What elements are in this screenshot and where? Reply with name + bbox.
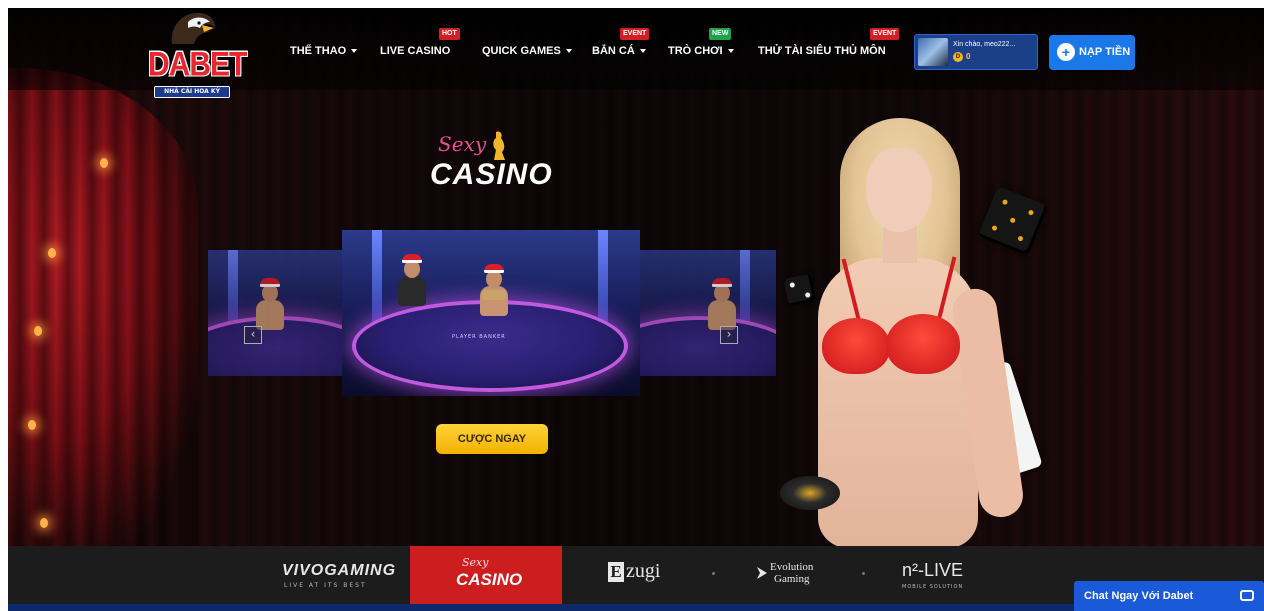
scene-decor — [740, 250, 750, 326]
dealer-body — [398, 276, 426, 306]
dealer — [396, 254, 428, 306]
dealer — [254, 278, 286, 330]
provider-name: n²-LIVE — [902, 560, 964, 580]
user-greeting: Xin chào, meo222... — [953, 41, 1016, 48]
logo-slogan: NHÀ CÁI HOA KỲ — [154, 86, 230, 98]
provider-evolution[interactable]: Evolution Gaming — [754, 546, 834, 604]
user-balance: 0 — [966, 52, 971, 61]
new-badge: NEW — [709, 28, 732, 40]
page: DABET NHÀ CÁI HOA KỲ THỂ THAO LIVE CASIN… — [8, 8, 1264, 611]
nav-label: THỬ TÀI SIÊU THỦ MÔN — [758, 45, 886, 57]
nav-label: QUICK GAMES — [482, 45, 561, 57]
nav-item-the-thao[interactable]: THỂ THAO — [290, 45, 358, 61]
chat-widget-button[interactable]: Chat Ngay Với Dabet — [1074, 581, 1264, 611]
provider-mark: E — [608, 562, 624, 582]
provider-tagline: LIVE AT ITS BEST — [284, 582, 367, 589]
provider-name: VIVOGAMING — [282, 562, 397, 579]
nav-label: THỂ THAO — [290, 45, 347, 57]
carousel-slide-next[interactable]: › — [640, 250, 776, 376]
dealer — [478, 264, 510, 316]
nav-item-ban-ca[interactable]: BẮN CÁ — [592, 45, 646, 61]
dabet-logo[interactable]: DABET NHÀ CÁI HOA KỲ — [148, 10, 247, 102]
provider-sub: Gaming — [774, 573, 810, 585]
model-garment — [822, 318, 890, 374]
provider-name: zugi — [626, 560, 661, 582]
provider-n2-live[interactable]: n²-LIVE MOBILE SOLUTION — [900, 546, 990, 604]
lady-silhouette-icon — [493, 131, 505, 160]
stage-light — [48, 248, 56, 258]
logo-word: CASINO — [430, 158, 553, 191]
plus-circle-icon: + — [1057, 43, 1075, 61]
scene-decor — [228, 250, 238, 326]
provider-sexy-casino[interactable]: Sexy CASINO — [410, 546, 562, 604]
stage-light — [28, 420, 36, 430]
stage-light — [40, 518, 48, 528]
stage-light — [100, 158, 108, 168]
casino-chip-icon — [780, 476, 840, 510]
event-badge: EVENT — [620, 28, 650, 40]
avatar[interactable] — [918, 38, 948, 66]
deposit-label: NẠP TIỀN — [1079, 46, 1131, 58]
coin-icon: D — [953, 52, 963, 62]
table-label: PLAYER BANKER — [452, 334, 506, 340]
nav-item-thu-tai-sieu-thu-mon[interactable]: THỬ TÀI SIÊU THỦ MÔN — [758, 45, 886, 61]
dealer — [706, 278, 738, 330]
carousel-slide-prev[interactable]: ‹ — [208, 250, 344, 376]
model-garment — [886, 314, 960, 374]
sexy-casino-logo: Sexy CASINO — [428, 128, 558, 198]
prev-arrow-button[interactable]: ‹ — [244, 326, 262, 344]
caret-down-icon — [639, 49, 646, 54]
separator-dot — [862, 572, 865, 575]
caret-down-icon — [565, 49, 572, 54]
logo-wordmark: DABET — [148, 45, 247, 84]
nav-item-live-casino[interactable]: LIVE CASINO — [380, 45, 450, 61]
event-badge: EVENT — [870, 28, 900, 40]
bet-now-button[interactable]: CƯỢC NGAY — [436, 424, 548, 454]
provider-name: CASINO — [456, 570, 523, 589]
nav-label: TRÒ CHƠI — [668, 45, 723, 57]
nav-label: LIVE CASINO — [380, 45, 451, 57]
santa-hat — [260, 278, 280, 287]
provider-name: Evolution — [770, 561, 814, 573]
user-account-box[interactable]: Xin chào, meo222... D 0 — [914, 34, 1038, 70]
nav-item-quick-games[interactable]: QUICK GAMES — [482, 45, 572, 61]
scene-decor — [598, 230, 608, 330]
santa-hat — [484, 264, 504, 273]
chat-label: Chat Ngay Với Dabet — [1084, 590, 1194, 602]
separator-dot — [712, 572, 715, 575]
hot-badge: HOT — [439, 28, 460, 40]
top-navigation-bar: DABET NHÀ CÁI HOA KỲ THỂ THAO LIVE CASIN… — [8, 8, 1264, 98]
caret-down-icon — [351, 49, 358, 54]
provider-vivogaming[interactable]: VIVOGAMING LIVE AT ITS BEST — [278, 546, 395, 604]
model-face — [866, 148, 932, 232]
deposit-button[interactable]: + NẠP TIỀN — [1049, 35, 1135, 70]
provider-ezugi[interactable]: E zugi — [606, 546, 676, 604]
santa-hat — [712, 278, 732, 287]
caret-down-icon — [727, 49, 734, 54]
scene-decor — [372, 230, 382, 330]
next-arrow-button[interactable]: › — [720, 326, 738, 344]
logo-script: Sexy — [438, 132, 487, 156]
chat-bubble-icon — [1240, 590, 1254, 601]
carousel-slide-active[interactable]: PLAYER BANKER — [342, 230, 640, 396]
evolution-logo-icon — [757, 567, 767, 579]
left-curtain-drape — [8, 68, 198, 546]
dealer-top — [482, 290, 506, 300]
provider-tagline: MOBILE SOLUTION — [902, 584, 964, 590]
provider-script: Sexy — [462, 556, 489, 569]
nav-label: BẮN CÁ — [592, 45, 635, 57]
nav-item-tro-choi[interactable]: TRÒ CHƠI — [668, 45, 734, 61]
eagle-icon — [171, 12, 216, 45]
santa-hat — [402, 254, 422, 263]
stage-light — [34, 326, 42, 336]
